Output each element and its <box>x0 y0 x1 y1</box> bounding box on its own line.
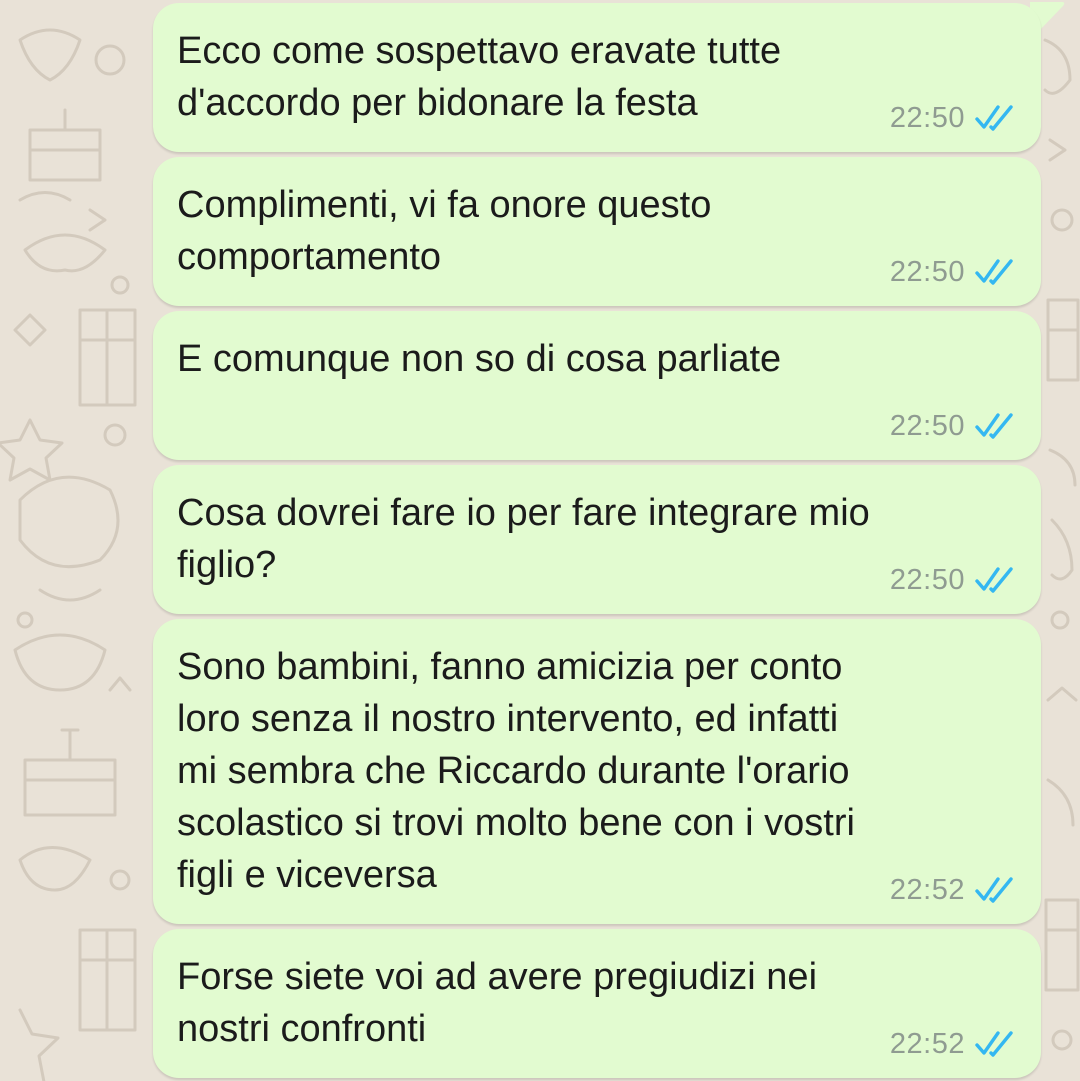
message-meta: 22:52 <box>890 870 1019 910</box>
message-bubble-1[interactable]: Ecco come sospettavo eravate tutte d'acc… <box>153 3 1041 152</box>
double-check-read-icon <box>975 259 1013 285</box>
message-bubble-6[interactable]: Forse siete voi ad avere pregiudizi nei … <box>153 929 1041 1078</box>
message-time: 22:50 <box>889 563 965 596</box>
chat-message-list: Ecco come sospettavo eravate tutte d'acc… <box>0 0 1080 1081</box>
message-meta: 22:50 <box>890 560 1019 600</box>
message-time: 22:50 <box>889 101 965 134</box>
message-meta: 22:50 <box>890 406 1019 446</box>
message-bubble-3[interactable]: E comunque non so di cosa parliate 22:50 <box>153 311 1041 460</box>
message-text: E comunque non so di cosa parliate <box>177 338 782 380</box>
message-text: Forse siete voi ad avere pregiudizi nei … <box>177 956 818 1050</box>
message-time: 22:50 <box>889 409 965 442</box>
double-check-read-icon <box>975 1031 1013 1057</box>
message-text: Sono bambini, fanno amicizia per conto l… <box>177 646 855 896</box>
message-bubble-5[interactable]: Sono bambini, fanno amicizia per conto l… <box>153 619 1041 924</box>
message-text: Ecco come sospettavo eravate tutte d'acc… <box>177 30 782 124</box>
double-check-read-icon <box>975 567 1013 593</box>
message-text: Cosa dovrei fare io per fare integrare m… <box>177 492 870 586</box>
double-check-read-icon <box>975 877 1013 903</box>
message-bubble-4[interactable]: Cosa dovrei fare io per fare integrare m… <box>153 465 1041 614</box>
double-check-read-icon <box>975 413 1013 439</box>
double-check-read-icon <box>975 105 1013 131</box>
message-meta: 22:50 <box>890 252 1019 292</box>
message-meta: 22:50 <box>890 98 1019 138</box>
message-time: 22:50 <box>889 255 965 288</box>
message-text: Complimenti, vi fa onore questo comporta… <box>177 184 712 278</box>
message-bubble-2[interactable]: Complimenti, vi fa onore questo comporta… <box>153 157 1041 306</box>
message-meta: 22:52 <box>890 1024 1019 1064</box>
message-time: 22:52 <box>889 1027 965 1060</box>
message-time: 22:52 <box>889 873 965 906</box>
